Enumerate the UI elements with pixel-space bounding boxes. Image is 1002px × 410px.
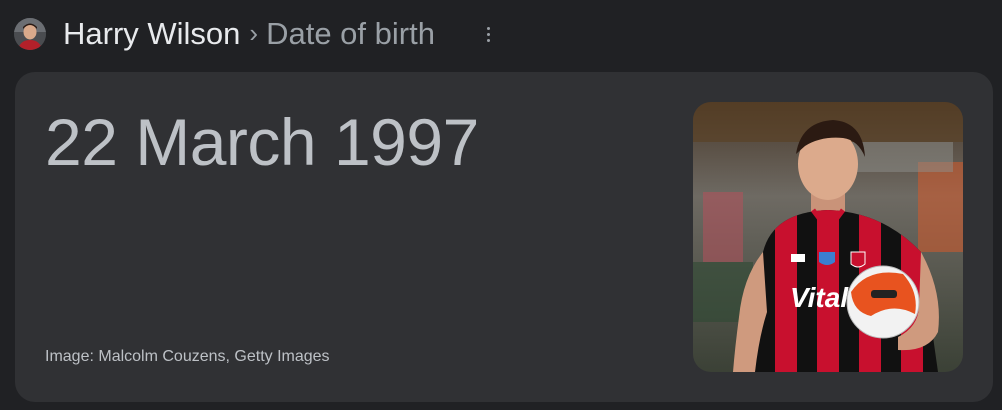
answer-value: 22 March 1997	[45, 105, 479, 179]
attribute-label: Date of birth	[266, 16, 435, 51]
entity-name-link[interactable]: Harry Wilson	[63, 16, 240, 52]
answer-card: 22 March 1997 Image: Malcolm Couzens, Ge…	[15, 72, 993, 402]
image-credit: Image: Malcolm Couzens, Getty Images	[45, 348, 330, 365]
player-photo[interactable]: Vitali	[693, 102, 963, 372]
avatar[interactable]	[14, 18, 46, 50]
more-vert-icon[interactable]	[478, 22, 498, 46]
breadcrumb: Harry Wilson › Date of birth	[63, 14, 435, 54]
person-avatar-icon	[14, 18, 46, 50]
knowledge-panel-header: Harry Wilson › Date of birth	[0, 0, 1002, 70]
breadcrumb-separator: ›	[249, 17, 259, 48]
